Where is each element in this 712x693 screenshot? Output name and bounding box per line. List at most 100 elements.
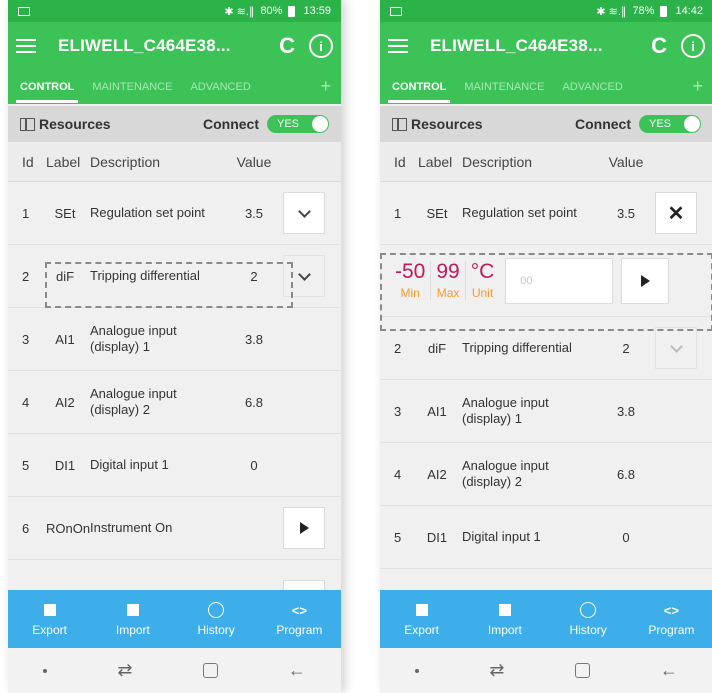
recents-icon[interactable]: ⇄ [489, 660, 504, 681]
table-row[interactable]: 4 AI2 Analogue input (display) 2 6.8 [380, 443, 712, 506]
left-phone-screen: ✱ ≋.∥ 80% 13:59 ELIWELL_C464E38... C i C… [8, 0, 341, 693]
row-description: Regulation set point [462, 205, 577, 220]
chevron-down-icon [297, 267, 311, 281]
table-row[interactable]: 5 DI1 Digital input 1 0 [380, 506, 712, 569]
row-label: AI2 [55, 394, 75, 410]
refresh-icon[interactable]: C [651, 33, 667, 59]
device-title: ELIWELL_C464E38... [58, 36, 231, 55]
chevron-down-icon [297, 204, 311, 218]
resources-icon[interactable] [20, 117, 35, 131]
import-icon [498, 604, 511, 616]
table-header: Id Label Description Value [8, 142, 341, 182]
row-label: DI1 [426, 529, 448, 545]
system-navigation-bar: ⇄ ← [8, 648, 341, 693]
header-label: Label [46, 153, 81, 170]
export-icon [43, 604, 56, 616]
back-icon[interactable]: ← [288, 660, 306, 681]
resources-icon[interactable] [392, 117, 407, 131]
tab-maintenance[interactable]: MAINTENANCE [464, 81, 544, 93]
add-tab-icon[interactable]: + [692, 76, 703, 97]
header-id: Id [22, 153, 34, 170]
menu-icon[interactable] [16, 39, 36, 53]
gallery-notification-icon [390, 6, 402, 16]
home-icon[interactable] [574, 663, 590, 678]
collapse-button[interactable]: ✕ [655, 192, 697, 234]
nav-program[interactable]: <> Program [630, 590, 712, 648]
table-row[interactable]: 1 SEt Regulation set point 3.5 [8, 182, 341, 245]
row-value: 3.8 [244, 331, 264, 347]
home-icon[interactable] [202, 663, 218, 678]
nav-program[interactable]: <> Program [258, 590, 341, 648]
battery-level: 80% [260, 5, 283, 17]
tab-maintenance[interactable]: MAINTENANCE [92, 81, 172, 93]
resources-bar: Resources Connect YES [8, 106, 341, 142]
highlight-dashed-box [45, 262, 293, 308]
nav-export[interactable]: Export [380, 590, 463, 648]
nav-export[interactable]: Export [8, 590, 91, 648]
chevron-down-icon [669, 339, 683, 353]
status-bar: ✱ ≋.∥ 80% 13:59 [8, 0, 341, 22]
tab-control[interactable]: CONTROL [15, 81, 79, 103]
tab-advanced[interactable]: ADVANCED [562, 81, 622, 93]
table-row[interactable]: 3 AI1 Analogue input (display) 1 3.8 [8, 308, 341, 371]
table-header: Id Label Description Value [380, 142, 712, 182]
resources-label[interactable]: Resources [411, 116, 575, 132]
clock-icon [208, 602, 225, 618]
bottom-navigation: Export Import History <> Program [380, 590, 712, 648]
clock: 14:42 [675, 5, 703, 17]
table-row[interactable]: 4 AI2 Analogue input (display) 2 6.8 [8, 371, 341, 434]
info-icon[interactable]: i [309, 34, 333, 58]
tab-advanced[interactable]: ADVANCED [190, 81, 250, 93]
header-value: Value [236, 153, 272, 170]
device-title: ELIWELL_C464E38... [430, 36, 603, 55]
close-icon: ✕ [667, 202, 685, 225]
row-id: 3 [394, 403, 402, 419]
refresh-icon[interactable]: C [279, 33, 295, 59]
nav-history[interactable]: History [547, 590, 630, 648]
run-command-button[interactable] [283, 507, 325, 549]
back-icon[interactable]: ← [660, 660, 678, 681]
row-description: Regulation set point [90, 205, 205, 220]
nav-history[interactable]: History [175, 590, 258, 648]
row-id: 5 [394, 529, 402, 545]
menu-icon[interactable] [388, 39, 408, 53]
row-description: Analogue input (display) 1 [462, 395, 549, 426]
row-description: Tripping differential [462, 340, 572, 355]
recents-icon[interactable]: ⇄ [117, 660, 132, 681]
tab-control[interactable]: CONTROL [387, 81, 451, 103]
row-id: 2 [22, 268, 30, 284]
expand-button[interactable] [283, 192, 325, 234]
row-description: Digital input 1 [462, 529, 541, 544]
header-value: Value [608, 153, 644, 170]
row-label: SEt [426, 205, 448, 221]
comparison-canvas: ✱ ≋.∥ 80% 13:59 ELIWELL_C464E38... C i C… [0, 0, 712, 693]
row-id: 6 [22, 520, 30, 536]
nav-import[interactable]: Import [463, 590, 546, 648]
connect-label: Connect [575, 116, 631, 132]
row-id: 4 [22, 394, 30, 410]
row-value: 0 [622, 529, 630, 545]
resources-label[interactable]: Resources [39, 116, 203, 132]
info-icon[interactable]: i [681, 34, 705, 58]
row-id: 2 [394, 340, 402, 356]
code-icon: <> [291, 602, 307, 618]
row-label: SEt [54, 205, 76, 221]
header-description: Description [90, 153, 161, 170]
row-label: diF [427, 340, 447, 356]
app-bar: ELIWELL_C464E38... C i [8, 22, 341, 70]
table-row[interactable]: 3 AI1 Analogue input (display) 1 3.8 [380, 380, 712, 443]
gallery-notification-icon [18, 6, 30, 16]
nav-import[interactable]: Import [91, 590, 174, 648]
row-label: AI1 [55, 331, 75, 347]
table-row[interactable]: 5 DI1 Digital input 1 0 [8, 434, 341, 497]
table-row-expanded[interactable]: 1 SEt Regulation set point 3.5 ✕ [380, 182, 712, 245]
add-tab-icon[interactable]: + [320, 76, 331, 97]
connect-toggle[interactable]: YES [639, 115, 701, 133]
resources-bar: Resources Connect YES [380, 106, 712, 142]
row-value: 3.8 [616, 403, 636, 419]
battery-icon [660, 5, 668, 17]
expand-button[interactable] [655, 327, 697, 369]
export-icon [415, 604, 428, 616]
table-row[interactable]: 6 ROnOn Instrument On [8, 497, 341, 560]
connect-toggle[interactable]: YES [267, 115, 329, 133]
